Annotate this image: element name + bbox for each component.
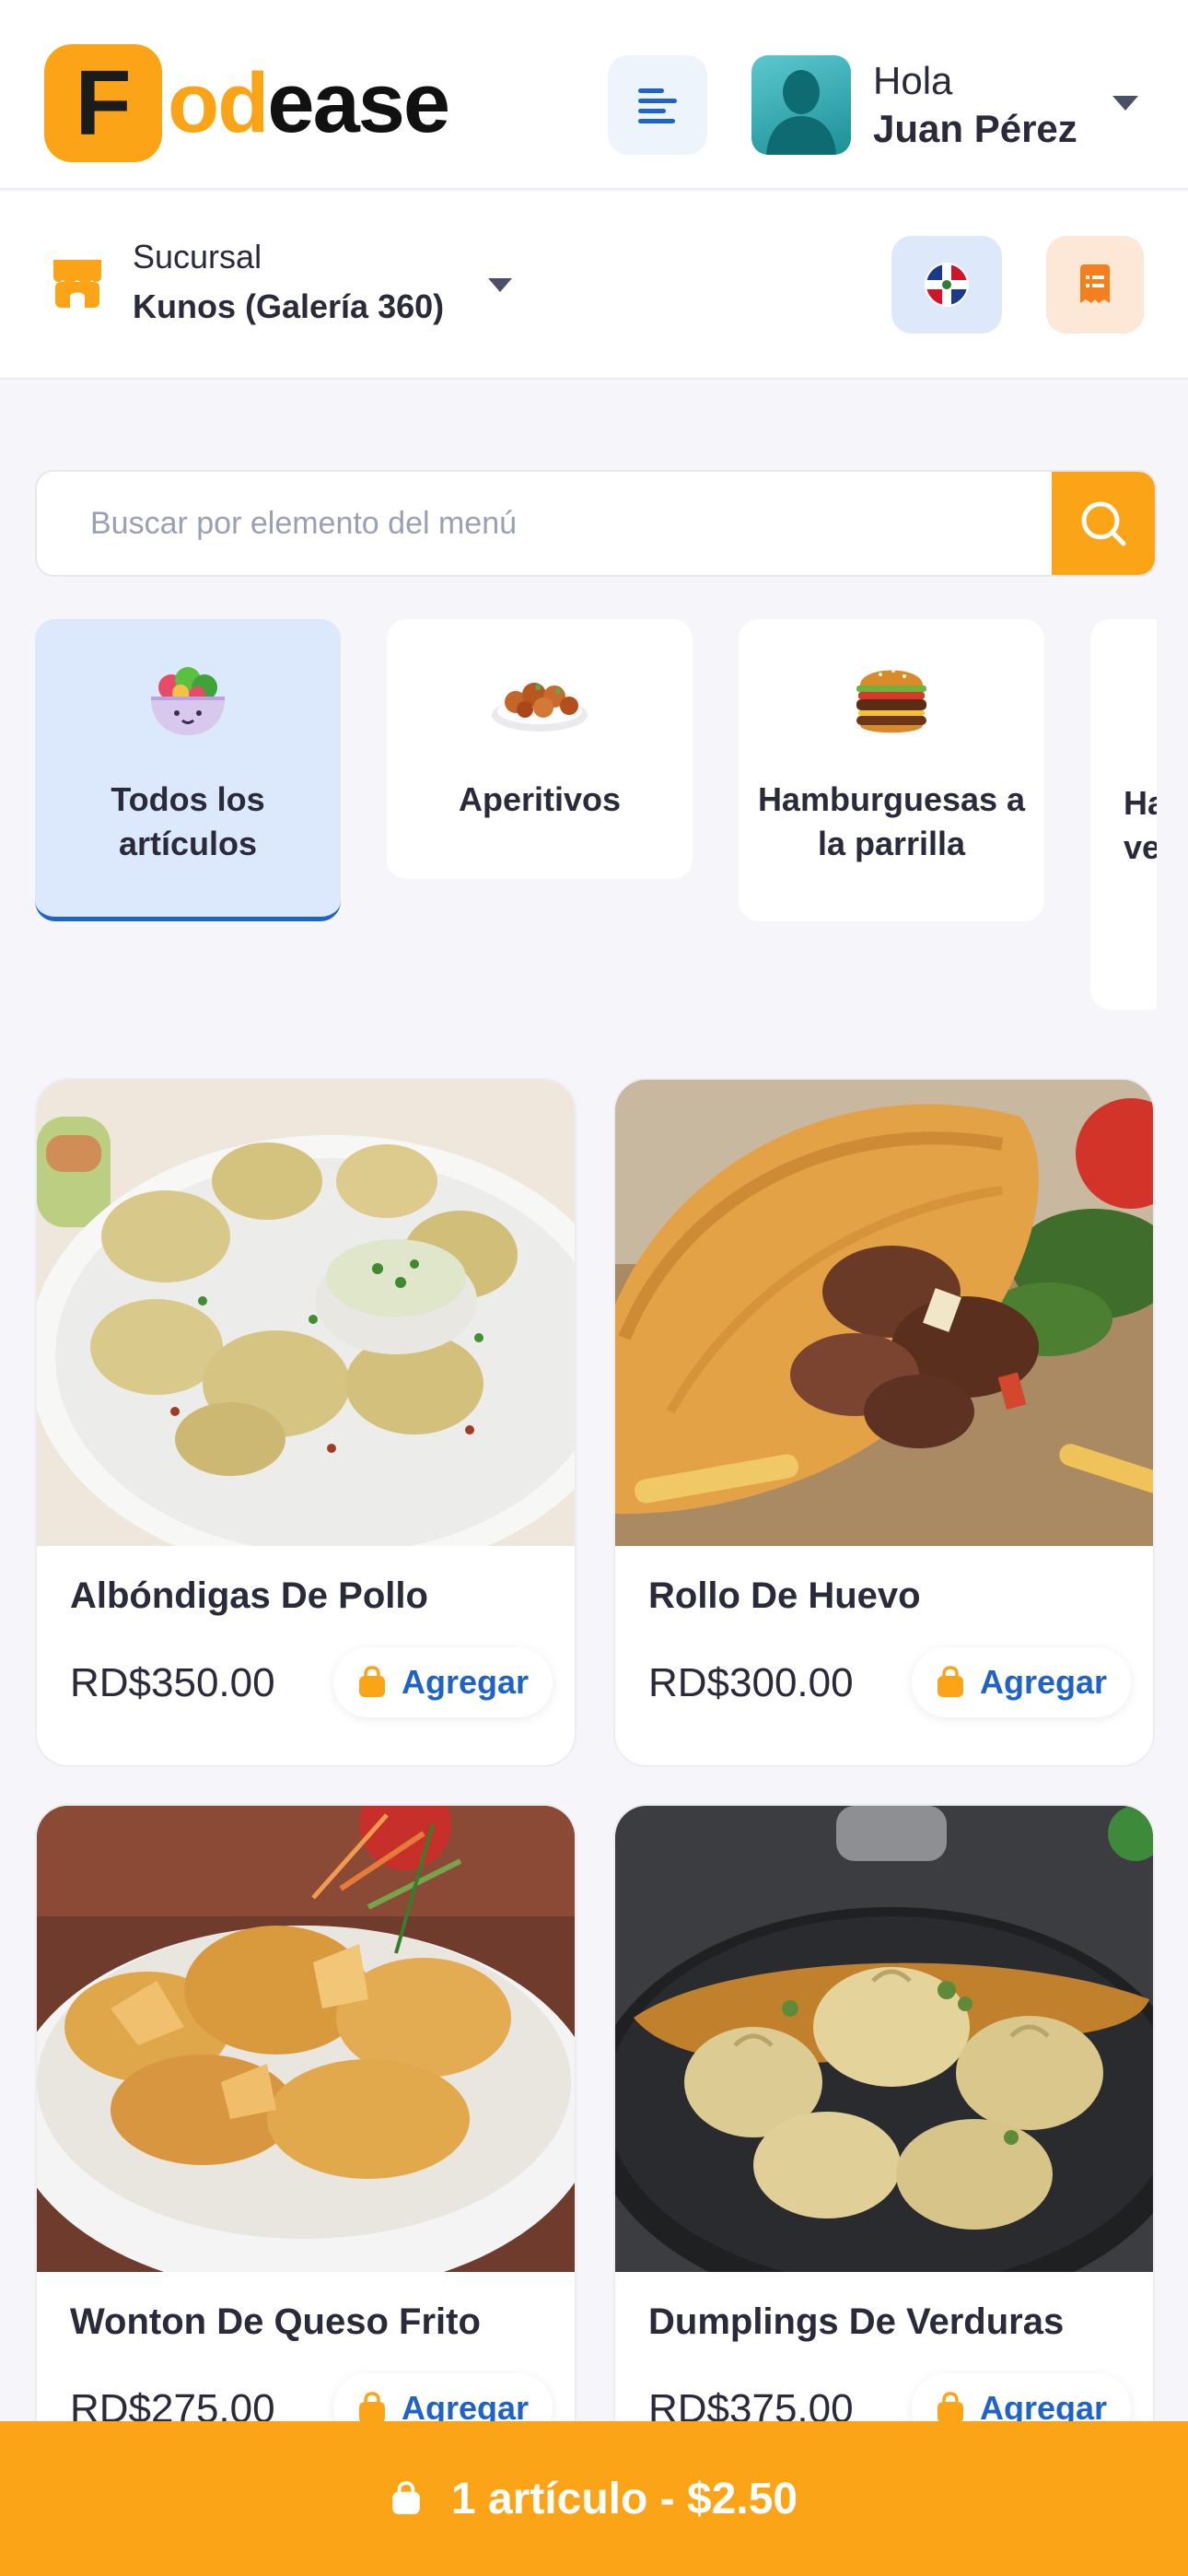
search-input[interactable] bbox=[37, 472, 1054, 575]
salad-bowl-icon bbox=[151, 667, 225, 735]
category-label: Ha ve bbox=[1124, 784, 1157, 866]
shopping-bag-icon bbox=[392, 2481, 420, 2514]
branch-select[interactable]: Kunos (Galería 360) bbox=[133, 287, 444, 326]
logo-text-od: od bbox=[168, 56, 269, 150]
menu-button[interactable] bbox=[608, 55, 707, 155]
product-image bbox=[37, 1806, 575, 2272]
add-label: Agregar bbox=[979, 1663, 1107, 1701]
category-label: Hamburguesas a la parrilla bbox=[757, 780, 1026, 862]
product-name: Albóndigas De Pollo bbox=[70, 1575, 428, 1616]
category-label: Aperitivos bbox=[458, 780, 622, 818]
menu-icon bbox=[638, 88, 677, 123]
category-carousel[interactable]: Todos los artículos Aperitivos Hamburgue… bbox=[35, 619, 1157, 1013]
product-price: RD$350.00 bbox=[70, 1660, 275, 1705]
product-image bbox=[615, 1806, 1153, 2272]
product-card[interactable]: Albóndigas De Pollo RD$350.00 Agregar bbox=[35, 1078, 577, 1767]
add-label: Agregar bbox=[401, 1663, 529, 1701]
product-name: Dumplings De Verduras bbox=[648, 2301, 1065, 2342]
avatar[interactable] bbox=[751, 55, 851, 155]
user-menu-caret-icon[interactable] bbox=[1112, 96, 1138, 111]
branch-label: Sucursal bbox=[133, 238, 262, 275]
cart-summary: 1 artículo - $2.50 bbox=[450, 2474, 798, 2523]
category-all-items[interactable]: Todos los artículos bbox=[35, 619, 341, 921]
view-cart-button[interactable]: 1 artículo - $2.50 bbox=[0, 2421, 1188, 2576]
product-image bbox=[37, 1080, 575, 1546]
shopping-bag-icon bbox=[358, 2392, 385, 2423]
search-icon bbox=[1081, 501, 1126, 546]
greeting-text: Hola bbox=[873, 59, 953, 102]
category-partial[interactable]: Ha ve bbox=[1090, 619, 1157, 1010]
branch-bar: Sucursal Kunos (Galería 360) bbox=[0, 192, 1188, 380]
category-appetizers[interactable]: Aperitivos bbox=[387, 619, 693, 879]
shopping-bag-icon bbox=[937, 1666, 963, 1697]
product-image bbox=[615, 1080, 1153, 1546]
appetizer-plate-icon bbox=[492, 683, 588, 732]
receipt-icon bbox=[1080, 264, 1110, 303]
orders-button[interactable] bbox=[1046, 236, 1144, 334]
language-button[interactable] bbox=[891, 236, 1002, 334]
user-greeting[interactable]: Hola Juan Pérez bbox=[873, 57, 1077, 153]
logo-mark: F bbox=[44, 44, 162, 162]
store-icon bbox=[53, 260, 101, 308]
shopping-bag-icon bbox=[358, 1666, 385, 1697]
product-card[interactable]: Dumplings De Verduras RD$375.00 Agregar bbox=[613, 1804, 1155, 2493]
branch-caret-icon[interactable] bbox=[488, 278, 512, 292]
search-bar bbox=[35, 470, 1157, 577]
burger-icon bbox=[856, 669, 926, 733]
product-name: Rollo De Huevo bbox=[648, 1575, 921, 1616]
user-silhouette-icon bbox=[766, 70, 836, 155]
foodease-logo[interactable]: F odease bbox=[44, 44, 450, 162]
user-name: Juan Pérez bbox=[873, 107, 1077, 150]
product-name: Wonton De Queso Frito bbox=[70, 2301, 481, 2342]
top-header: F odease Hola Juan Pérez bbox=[0, 0, 1188, 190]
add-to-cart-button[interactable]: Agregar bbox=[911, 1647, 1131, 1717]
product-card[interactable]: Wonton De Queso Frito RD$275.00 Agregar bbox=[35, 1804, 577, 2493]
category-label: Todos los artículos bbox=[111, 780, 265, 862]
search-button[interactable] bbox=[1052, 472, 1155, 575]
dominican-flag-icon bbox=[925, 263, 969, 307]
logo-text-ease: ease bbox=[267, 56, 450, 150]
shopping-bag-icon bbox=[937, 2392, 963, 2423]
product-card[interactable]: Rollo De Huevo RD$300.00 Agregar bbox=[613, 1078, 1155, 1767]
product-price: RD$300.00 bbox=[648, 1660, 854, 1705]
add-to-cart-button[interactable]: Agregar bbox=[332, 1647, 553, 1717]
category-grilled-burgers[interactable]: Hamburguesas a la parrilla bbox=[739, 619, 1044, 921]
